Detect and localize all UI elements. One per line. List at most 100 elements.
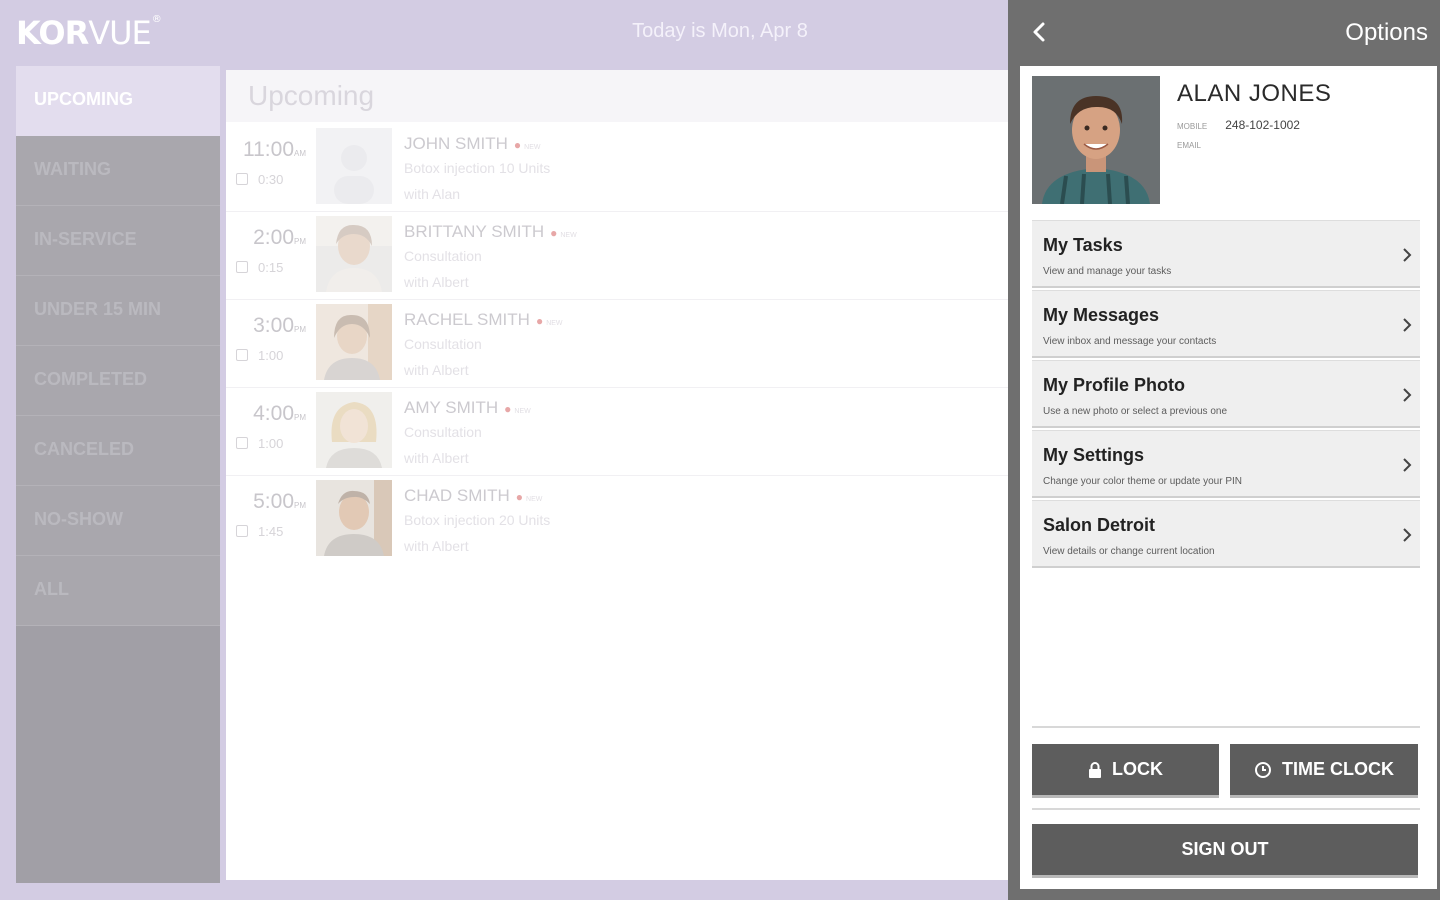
sidebar-item-canceled[interactable]: CANCELED (16, 416, 220, 486)
menu-item-title: My Tasks (1043, 235, 1123, 255)
back-button[interactable] (1028, 18, 1050, 46)
sidebar-item-no-show[interactable]: NO-SHOW (16, 486, 220, 556)
options-header: Options (1008, 0, 1440, 66)
time-value: 4:00 (253, 402, 294, 425)
provider-name: with Albert (404, 362, 469, 378)
new-client-tag: NEW (526, 496, 543, 503)
menu-item-my-profile-photo[interactable]: My Profile Photo Use a new photo or sele… (1032, 360, 1420, 428)
menu-item-title: My Settings (1043, 445, 1145, 465)
top-bar: KORVUE® Today is Mon, Apr 8 (0, 0, 1008, 66)
appointment-duration: 0:15 (236, 260, 283, 275)
lock-label: LOCK (1112, 759, 1163, 779)
service-name: Consultation (404, 424, 482, 440)
client-name-text: CHAD SMITH (404, 486, 510, 505)
client-name-text: JOHN SMITH (404, 134, 508, 153)
appointment-row[interactable]: 3:00PM 1:00 RACHEL SMITH ● NEW Consultatio… (226, 300, 1008, 388)
appointment-duration: 1:45 (236, 524, 283, 539)
divider (1032, 726, 1420, 728)
email-label: EMAIL (1177, 141, 1202, 150)
client-name: JOHN SMITH ● NEW (404, 134, 540, 154)
time-value: 2:00 (253, 226, 294, 249)
calendar-icon (236, 525, 248, 537)
logo-text-bold: KOR (16, 14, 89, 52)
time-ampm: PM (294, 237, 306, 246)
client-photo-placeholder (316, 128, 392, 204)
menu-item-subtitle: View inbox and message your contacts (1043, 336, 1217, 347)
chevron-right-icon (1403, 528, 1412, 542)
appointment-row[interactable]: 2:00PM 0:15 BRITTANY SMITH ● NEW Consultat… (226, 212, 1008, 300)
user-mobile: MOBILE 248-102-1002 (1177, 118, 1300, 132)
logo-text-light: VUE (88, 14, 152, 52)
new-client-tag: NEW (524, 144, 541, 151)
options-menu: My Tasks View and manage your tasks My M… (1032, 220, 1420, 570)
user-name: ALAN JONES (1177, 80, 1332, 107)
appointment-duration: 0:30 (236, 172, 283, 187)
sidebar-item-waiting[interactable]: WAITING (16, 136, 220, 206)
new-client-dot-icon: ● (504, 402, 512, 416)
options-body: ALAN JONES MOBILE 248-102-1002 EMAIL My T… (1020, 66, 1437, 889)
client-name: BRITTANY SMITH ● NEW (404, 222, 577, 242)
new-client-dot-icon: ● (515, 490, 524, 504)
menu-item-location[interactable]: Salon Detroit View details or change cur… (1032, 500, 1420, 568)
status-sidebar: UPCOMING WAITING IN-SERVICE UNDER 15 MIN… (16, 66, 220, 883)
menu-item-my-tasks[interactable]: My Tasks View and manage your tasks (1032, 220, 1420, 288)
appointment-row[interactable]: 4:00PM 1:00 AMY SMITH ● NEW Consultation w… (226, 388, 1008, 476)
logo-registered-mark: ® (151, 14, 162, 25)
service-name: Consultation (404, 336, 482, 352)
menu-item-subtitle: View details or change current location (1043, 546, 1215, 557)
time-ampm: AM (294, 149, 306, 158)
lock-icon (1088, 761, 1102, 778)
duration-value: 0:15 (258, 260, 284, 275)
menu-item-my-settings[interactable]: My Settings Change your color theme or u… (1032, 430, 1420, 498)
sidebar-item-all[interactable]: ALL (16, 556, 220, 626)
client-name-text: BRITTANY SMITH (404, 222, 545, 241)
provider-name: with Albert (404, 274, 469, 290)
appointment-time: 2:00PM (236, 226, 306, 250)
time-value: 5:00 (253, 490, 294, 513)
new-client-dot-icon: ● (513, 138, 522, 152)
calendar-icon (236, 349, 248, 361)
appointment-row[interactable]: 11:00AM 0:30 JOHN SMITH ● NEW Botox inject… (226, 124, 1008, 212)
duration-value: 1:00 (258, 436, 284, 451)
duration-value: 1:00 (258, 348, 284, 363)
appointments-panel: Upcoming 11:00AM 0:30 JOHN SMITH ● NEW Bot… (226, 70, 1008, 880)
service-name: Botox injection 20 Units (404, 512, 551, 528)
chevron-right-icon (1403, 318, 1412, 332)
user-avatar[interactable] (1032, 76, 1160, 204)
sign-out-button[interactable]: SIGN OUT (1032, 824, 1418, 878)
sidebar-item-completed[interactable]: COMPLETED (16, 346, 220, 416)
appointment-time: 4:00PM (236, 402, 306, 426)
client-photo (316, 480, 392, 556)
appointment-time: 5:00PM (236, 490, 306, 514)
sidebar-item-under-15-min[interactable]: UNDER 15 MIN (16, 276, 220, 346)
client-name: CHAD SMITH ● NEW (404, 486, 542, 506)
client-photo (316, 216, 392, 292)
options-panel: Options ALAN JONES MOBILE 248-102-1002 EM… (1008, 0, 1440, 900)
new-client-tag: NEW (514, 408, 531, 415)
chevron-right-icon (1403, 458, 1412, 472)
chevron-right-icon (1403, 388, 1412, 402)
options-title: Options (1345, 19, 1428, 46)
new-client-tag: NEW (560, 232, 577, 239)
app-background: KORVUE® Today is Mon, Apr 8 UPCOMING WAI… (0, 0, 1008, 900)
divider (1032, 808, 1420, 810)
time-clock-button[interactable]: TIME CLOCK (1230, 744, 1418, 798)
time-ampm: PM (294, 325, 306, 334)
time-value: 11:00 (243, 138, 294, 161)
menu-item-subtitle: Use a new photo or select a previous one (1043, 406, 1227, 417)
sidebar-item-in-service[interactable]: IN-SERVICE (16, 206, 220, 276)
user-email: EMAIL (1177, 141, 1201, 150)
menu-item-my-messages[interactable]: My Messages View inbox and message your … (1032, 290, 1420, 358)
sidebar-item-upcoming[interactable]: UPCOMING (16, 66, 220, 136)
new-client-tag: NEW (546, 320, 563, 327)
menu-item-title: My Profile Photo (1043, 375, 1186, 395)
new-client-dot-icon: ● (535, 314, 544, 328)
sign-out-label: SIGN OUT (1181, 839, 1269, 859)
menu-item-subtitle: View and manage your tasks (1043, 266, 1172, 277)
korvue-logo: KORVUE® (16, 14, 162, 52)
lock-button[interactable]: LOCK (1032, 744, 1219, 798)
time-ampm: PM (294, 413, 306, 422)
appointment-time: 3:00PM (236, 314, 306, 338)
appointment-row[interactable]: 5:00PM 1:45 CHAD SMITH ● NEW Botox injecti… (226, 476, 1008, 564)
client-name-text: AMY SMITH (404, 398, 499, 417)
